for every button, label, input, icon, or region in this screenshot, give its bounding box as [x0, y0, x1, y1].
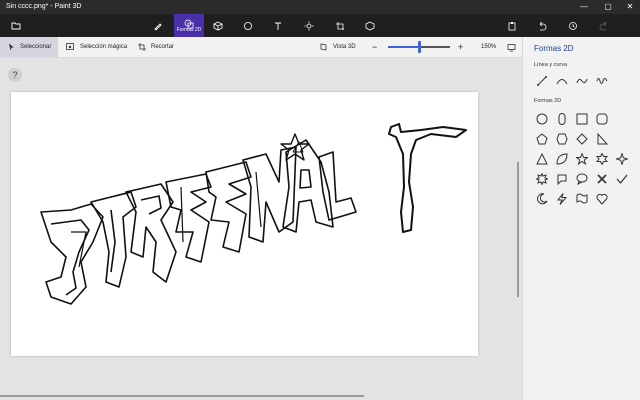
hexagon-icon[interactable] [554, 131, 570, 147]
rounded-capsule-icon[interactable] [554, 111, 570, 127]
zoom-slider-fill [388, 46, 419, 48]
diamond-icon[interactable] [574, 131, 590, 147]
polyline-icon[interactable] [574, 73, 590, 89]
speech-bubble-round-icon[interactable] [554, 171, 570, 187]
wavy-flag-icon[interactable] [574, 191, 590, 207]
fit-view-icon[interactable] [507, 37, 516, 57]
tab-shapes-2d[interactable]: Formas 2D [174, 14, 204, 37]
moon-icon[interactable] [534, 191, 550, 207]
panel-title: Formas 2D [534, 44, 574, 53]
title-bar: Sin cccc.png* - Paint 3D — ▢ ✕ [0, 0, 640, 14]
minimize-button[interactable]: — [574, 0, 594, 14]
folder-icon[interactable] [4, 14, 28, 37]
shapes-3d-icon[interactable] [206, 14, 230, 37]
leaf-icon[interactable] [554, 151, 570, 167]
ellipse-icon[interactable] [534, 111, 550, 127]
zoom-slider[interactable] [388, 41, 450, 53]
crop-button[interactable]: Recortar [138, 37, 174, 57]
curve-icon[interactable] [554, 73, 570, 89]
select-label: Seleccionar [20, 44, 52, 50]
zoom-in-button[interactable]: + [458, 37, 463, 57]
select-button[interactable]: Seleccionar [0, 37, 58, 57]
tab-shapes-2d-label: Formas 2D [176, 27, 202, 33]
pentagon-icon[interactable] [534, 131, 550, 147]
heart-icon[interactable] [594, 191, 610, 207]
triangle-icon[interactable] [534, 151, 550, 167]
drawing-canvas[interactable] [11, 92, 478, 356]
magic-select-icon [66, 43, 74, 50]
lines-section-label: Línea y curva [534, 62, 568, 68]
view-3d-icon [320, 43, 327, 51]
view-3d-button[interactable]: Vista 3D [320, 37, 356, 57]
maximize-button[interactable]: ▢ [598, 0, 618, 14]
magic-select-label: Selección mágica [80, 44, 128, 50]
vertical-scrollbar[interactable] [517, 162, 519, 297]
help-button[interactable]: ? [8, 68, 22, 82]
zoom-value: 150% [481, 44, 497, 50]
horizontal-scrollbar[interactable] [0, 395, 364, 397]
right-triangle-icon[interactable] [594, 131, 610, 147]
speech-bubble-rect-icon[interactable] [574, 171, 590, 187]
rounded-square-icon[interactable] [594, 111, 610, 127]
checkmark-icon[interactable] [614, 171, 630, 187]
brushes-icon[interactable] [146, 14, 170, 37]
shapes-panel: Formas 2D Línea y curva Formas 2D [522, 37, 640, 400]
magic-select-button[interactable]: Selección mágica [66, 37, 127, 57]
toolbar: Seleccionar Selección mágica Recortar Vi… [0, 37, 522, 58]
library-icon[interactable] [358, 14, 382, 37]
star-4-icon[interactable] [614, 151, 630, 167]
canvas-icon[interactable] [328, 14, 352, 37]
paste-icon[interactable] [500, 14, 524, 37]
view-3d-label: Vista 3D [333, 44, 356, 50]
starburst-icon[interactable] [534, 171, 550, 187]
lightning-icon[interactable] [554, 191, 570, 207]
window-title: Sin cccc.png* - Paint 3D [6, 3, 82, 10]
effects-icon[interactable] [297, 14, 321, 37]
stickers-icon[interactable] [236, 14, 260, 37]
graffiti-drawing [40, 123, 467, 305]
zoom-slider-thumb[interactable] [417, 41, 421, 53]
cursor-icon [9, 43, 14, 51]
redo-icon[interactable] [592, 14, 616, 37]
close-button[interactable]: ✕ [620, 0, 640, 14]
text-icon[interactable] [266, 14, 290, 37]
star-6-icon[interactable] [594, 151, 610, 167]
zoom-out-button[interactable]: − [372, 37, 377, 57]
crop-label: Recortar [151, 44, 175, 50]
shapes-section-label: Formas 2D [534, 98, 562, 104]
cross-icon[interactable] [594, 171, 610, 187]
history-icon[interactable] [561, 14, 585, 37]
square-icon[interactable] [574, 111, 590, 127]
bezier-icon[interactable] [594, 73, 610, 89]
menu-bar [0, 14, 640, 37]
line-icon[interactable] [534, 73, 550, 89]
crop-icon [138, 43, 146, 51]
undo-icon[interactable] [530, 14, 554, 37]
star-5-icon[interactable] [574, 151, 590, 167]
